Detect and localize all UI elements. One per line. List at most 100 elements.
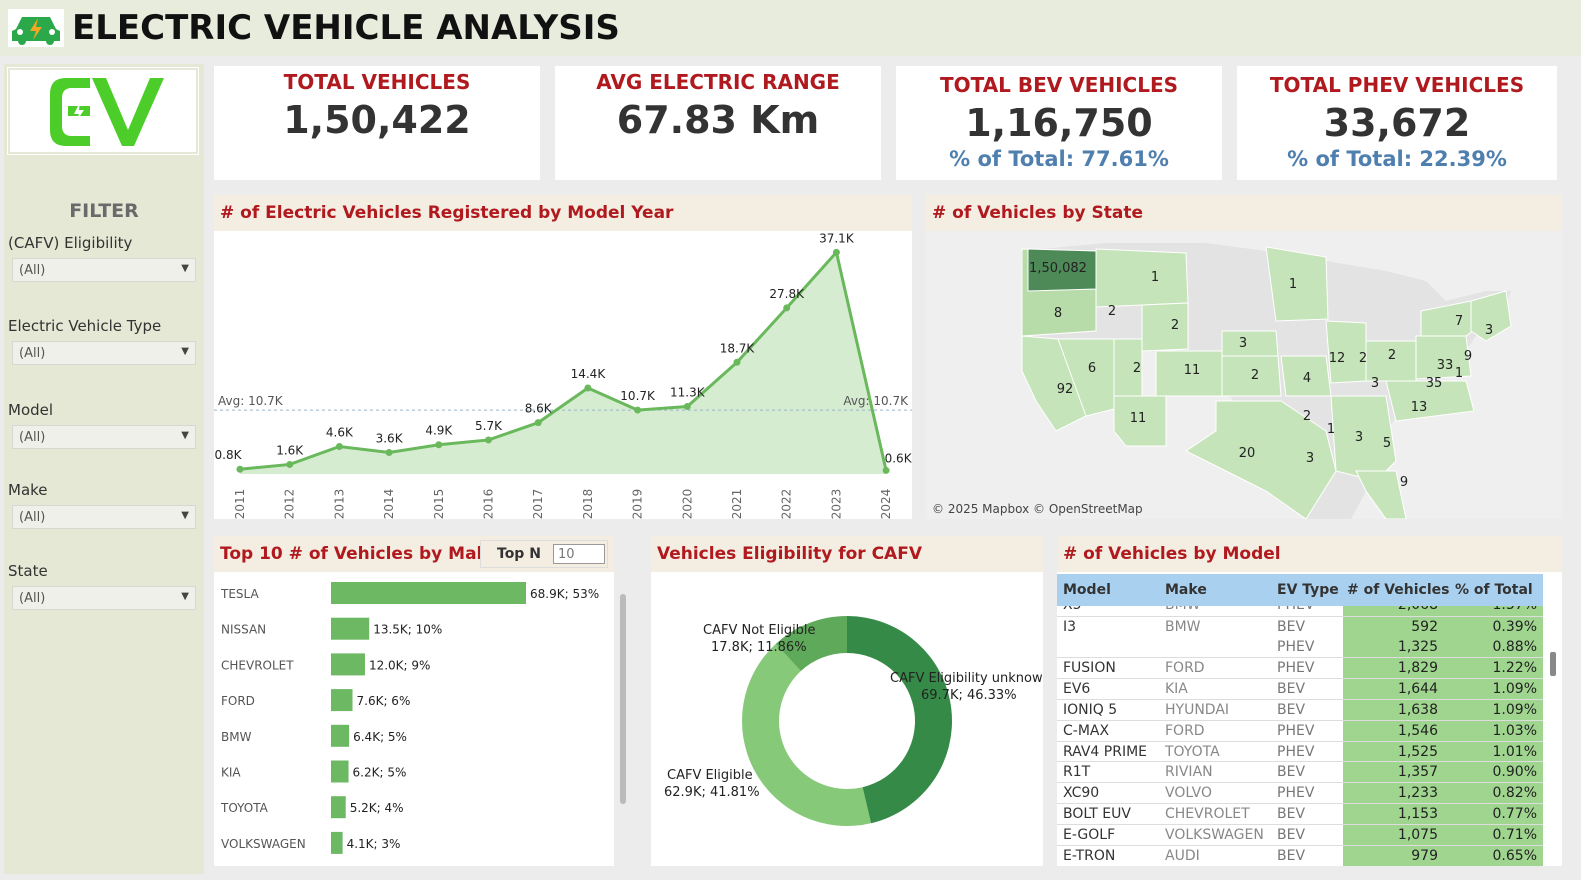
cell-model: XC90 xyxy=(1063,785,1100,802)
table-row[interactable]: E-GOLF VOLKSWAGEN BEV 1,075 0.71% xyxy=(1057,823,1543,845)
bar-value-label: 4.1K; 3% xyxy=(347,837,401,851)
donut-slice xyxy=(741,643,871,826)
cell-model: RAV4 PRIME xyxy=(1063,743,1147,760)
column-header-ev-type[interactable]: EV Type xyxy=(1277,582,1339,598)
avg-label-right: Avg: 10.7K xyxy=(843,394,909,408)
state-label: 6 xyxy=(1088,361,1096,376)
make-chart-scrollbar[interactable] xyxy=(620,594,626,804)
table-row[interactable]: RAV4 PRIME TOYOTA PHEV 1,525 1.01% xyxy=(1057,740,1543,762)
table-row[interactable]: EV6 KIA BEV 1,644 1.09% xyxy=(1057,678,1543,699)
column-header-model[interactable]: Model xyxy=(1063,582,1111,598)
bar-value-label: 5.2K; 4% xyxy=(350,801,404,815)
table-row[interactable]: R1T RIVIAN BEV 1,357 0.90% xyxy=(1057,761,1543,782)
donut-label-unknown-name: CAFV Eligibility unknown xyxy=(890,671,1043,686)
cell-percent: 1.09% xyxy=(1492,702,1537,718)
state-label-wa: 1,50,082 xyxy=(1029,261,1087,276)
make-bar xyxy=(331,582,526,604)
x-tick-label: 2022 xyxy=(780,489,794,519)
table-row[interactable]: PHEV 1,325 0.88% xyxy=(1057,637,1543,658)
make-bar xyxy=(331,760,349,783)
cell-vehicles: 1,638 xyxy=(1397,702,1438,718)
make-dropdown[interactable]: (All) ▼ xyxy=(12,505,196,529)
data-point xyxy=(335,443,343,451)
cell-make: TOYOTA xyxy=(1165,743,1220,760)
cell-percent: 0.65% xyxy=(1492,847,1537,864)
cell-make: KIA xyxy=(1165,681,1188,698)
chevron-down-icon: ▼ xyxy=(181,346,189,357)
cell-ev-type: PHEV xyxy=(1277,660,1315,677)
x-tick-label: 2020 xyxy=(680,489,694,519)
x-tick-label: 2017 xyxy=(531,489,545,519)
table-row[interactable]: X5 BMW PHEV 2,068 1.37% xyxy=(1057,606,1543,616)
table-row[interactable]: FUSION FORD PHEV 1,829 1.22% xyxy=(1057,657,1543,678)
table-row[interactable]: I3 BMW BEV 592 0.39% xyxy=(1057,615,1543,637)
column-header-percent[interactable]: % of Total xyxy=(1455,582,1533,598)
data-label: 18.7K xyxy=(720,341,756,355)
category-label: VOLKSWAGEN xyxy=(221,837,306,851)
cell-model: BOLT EUV xyxy=(1063,806,1131,822)
state-label: 2 xyxy=(1171,318,1179,333)
cell-model: EV6 xyxy=(1063,681,1091,698)
table-row[interactable]: IONIQ 5 HYUNDAI BEV 1,638 1.09% xyxy=(1057,699,1543,720)
x-tick-label: 2019 xyxy=(631,489,645,519)
dropdown-value: (All) xyxy=(19,591,46,606)
category-label: NISSAN xyxy=(221,623,266,637)
state-label: 2 xyxy=(1108,304,1116,319)
bar-value-label: 68.9K; 53% xyxy=(530,587,599,601)
cell-model: R1T xyxy=(1063,764,1091,781)
state-label: 11 xyxy=(1130,411,1147,426)
state-label: 8 xyxy=(1054,306,1062,321)
table-row[interactable]: C-MAX FORD PHEV 1,546 1.03% xyxy=(1057,719,1543,741)
dropdown-value: (All) xyxy=(19,346,46,361)
ev-type-dropdown[interactable]: (All) ▼ xyxy=(12,341,196,365)
data-label: 5.7K xyxy=(475,419,503,433)
kpi-total-phev: TOTAL PHEV VEHICLES 33,672 % of Total: 2… xyxy=(1237,66,1557,180)
model-dropdown[interactable]: (All) ▼ xyxy=(12,425,196,449)
bar-value-label: 12.0K; 9% xyxy=(369,658,430,672)
table-row[interactable]: BOLT EUV CHEVROLET BEV 1,153 0.77% xyxy=(1057,803,1543,824)
chevron-down-icon: ▼ xyxy=(181,510,189,521)
state-label: 1 xyxy=(1289,277,1297,292)
top-n-input[interactable]: 10 xyxy=(553,544,605,564)
donut-label-unknown-value: 69.7K; 46.33% xyxy=(921,688,1017,703)
state-label: 11 xyxy=(1184,363,1201,378)
column-header-vehicles[interactable]: # of Vehicles xyxy=(1347,582,1449,598)
table-row[interactable]: XC90 VOLVO PHEV 1,233 0.82% xyxy=(1057,782,1543,803)
state-dropdown[interactable]: (All) ▼ xyxy=(12,586,196,610)
filter-title: FILTER xyxy=(69,200,139,222)
cell-make: BMW xyxy=(1165,618,1201,635)
column-header-make[interactable]: Make xyxy=(1165,582,1207,598)
x-tick-label: 2015 xyxy=(432,489,446,519)
us-state-map[interactable]: 1,50,082 1 8 2 2 1 3 6 2 11 2 4 12 2 2 7… xyxy=(926,231,1562,519)
cell-ev-type: PHEV xyxy=(1277,722,1315,739)
cell-vehicles: 1,525 xyxy=(1397,743,1438,760)
donut-label-eligible-name: CAFV Eligible xyxy=(667,768,753,783)
bar-value-label: 6.4K; 5% xyxy=(353,730,407,744)
kpi-total-vehicles: TOTAL VEHICLES 1,50,422 xyxy=(214,66,540,180)
table-row[interactable]: E-TRON AUDI BEV 979 0.65% xyxy=(1057,844,1543,866)
cell-ev-type: PHEV xyxy=(1277,785,1315,802)
x-tick-label: 2012 xyxy=(283,489,297,519)
avg-label-left: Avg: 10.7K xyxy=(218,394,284,408)
state-label: 1 xyxy=(1327,422,1335,437)
state-label: 33 xyxy=(1437,358,1454,373)
x-tick-label: 2011 xyxy=(233,489,247,519)
cell-ev-type: PHEV xyxy=(1277,743,1315,760)
cell-ev-type: BEV xyxy=(1277,764,1306,781)
cell-percent: 1.37% xyxy=(1493,606,1537,613)
state-label: 3 xyxy=(1355,430,1363,445)
data-point xyxy=(236,465,244,473)
data-label: 37.1K xyxy=(819,231,855,245)
cafv-eligibility-dropdown[interactable]: (All) ▼ xyxy=(12,258,196,282)
state-label: 2 xyxy=(1133,361,1141,376)
data-label: 4.9K xyxy=(425,424,453,438)
cell-percent: 0.77% xyxy=(1492,806,1537,822)
cell-vehicles: 1,233 xyxy=(1397,785,1438,802)
state-label: 35 xyxy=(1426,376,1443,391)
cell-percent: 0.71% xyxy=(1492,826,1537,843)
kpi-title: TOTAL PHEV VEHICLES xyxy=(1269,73,1525,97)
data-point xyxy=(286,460,294,468)
data-point xyxy=(783,304,791,312)
table-scrollbar[interactable] xyxy=(1550,652,1556,676)
x-tick-label: 2023 xyxy=(829,489,843,519)
